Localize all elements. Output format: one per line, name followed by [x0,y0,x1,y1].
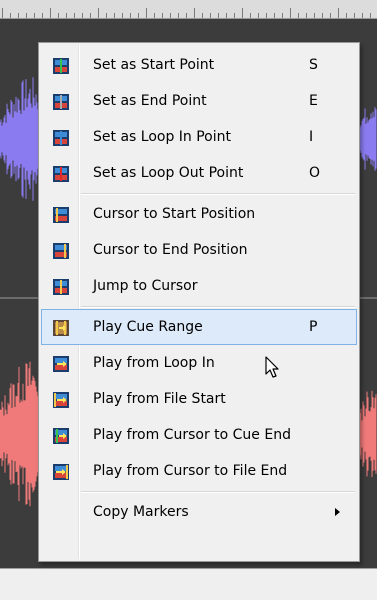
menu-item-play-cue-range[interactable]: Play Cue Range P [41,309,357,345]
ruler-tick [50,8,51,18]
ruler-tick [210,13,211,18]
ruler-tick [194,8,195,18]
menu-separator [81,193,355,195]
ruler-tick [322,13,323,18]
status-bar [0,568,377,600]
jump-to-cursor-icon [53,279,69,295]
menu-item-shortcut: O [309,165,321,181]
ruler-tick [298,13,299,18]
ruler-tick [242,8,243,18]
menu-item-shortcut: I [309,129,314,145]
ruler-tick [274,13,275,18]
ruler-tick [306,13,307,18]
menu-item-cursor-to-start[interactable]: Cursor to Start Position [41,196,357,232]
menu-item-label: Set as Loop In Point [93,129,231,145]
menu-item-label: Play Cue Range [93,319,203,335]
ruler-tick [58,13,59,18]
ruler-tick [234,13,235,18]
ruler-tick [114,13,115,18]
set-start-point-icon [53,58,69,74]
menu-item-label: Set as Loop Out Point [93,165,244,181]
timeline-ruler[interactable] [0,0,377,19]
menu-item-play-cursor-to-cue-end[interactable]: Play from Cursor to Cue End [41,417,357,453]
ruler-tick [354,13,355,18]
ruler-tick [10,13,11,18]
menu-item-shortcut: P [309,319,318,335]
menu-item-label: Set as Start Point [93,57,215,73]
ruler-tick [370,13,371,18]
ruler-tick [138,13,139,18]
play-from-loop-in-icon [53,356,69,372]
menu-item-label: Cursor to End Position [93,242,248,258]
menu-item-play-from-loop-in[interactable]: Play from Loop In [41,345,357,381]
cursor-to-start-icon [53,207,69,223]
ruler-tick [90,13,91,18]
ruler-tick [346,13,347,18]
ruler-tick [2,8,3,18]
ruler-tick [178,13,179,18]
ruler-tick [162,13,163,18]
ruler-tick [82,13,83,18]
set-loop-out-point-icon [53,166,69,182]
menu-item-set-start-point[interactable]: Set as Start Point S [41,47,357,83]
ruler-tick [362,13,363,18]
menu-item-set-end-point[interactable]: Set as End Point E [41,83,357,119]
menu-item-label: Play from Cursor to Cue End [93,427,291,443]
ruler-tick [74,13,75,18]
menu-item-shortcut: S [309,57,318,73]
menu-item-jump-to-cursor[interactable]: Jump to Cursor [41,268,357,304]
set-loop-in-point-icon [53,130,69,146]
menu-separator [81,491,355,493]
ruler-tick [282,13,283,18]
ruler-tick [154,13,155,18]
ruler-tick [146,8,147,18]
ruler-tick [186,13,187,18]
ruler-tick [130,13,131,18]
play-cursor-to-cue-end-icon [53,428,69,444]
play-cue-range-icon [53,320,69,336]
menu-item-label: Play from Cursor to File End [93,463,288,479]
menu-item-label: Cursor to Start Position [93,206,256,222]
ruler-tick [18,13,19,18]
ruler-tick [66,13,67,18]
menu-item-label: Set as End Point [93,93,207,109]
menu-item-set-loop-in-point[interactable]: Set as Loop In Point I [41,119,357,155]
menu-item-label: Copy Markers [93,504,189,520]
ruler-tick [34,13,35,18]
ruler-tick [42,13,43,18]
menu-item-shortcut: E [309,93,318,109]
menu-item-play-cursor-to-file-end[interactable]: Play from Cursor to File End [41,453,357,489]
ruler-tick [330,13,331,18]
ruler-tick [170,13,171,18]
ruler-tick [338,8,339,18]
ruler-tick [258,13,259,18]
ruler-tick [202,13,203,18]
ruler-tick [266,13,267,18]
play-from-file-start-icon [53,392,69,408]
ruler-tick [290,8,291,18]
ruler-tick [26,13,27,18]
ruler-tick [98,8,99,18]
ruler-tick [250,13,251,18]
menu-item-label: Play from File Start [93,391,226,407]
menu-item-label: Jump to Cursor [93,278,198,294]
menu-item-label: Play from Loop In [93,355,215,371]
ruler-tick [106,13,107,18]
menu-item-cursor-to-end[interactable]: Cursor to End Position [41,232,357,268]
ruler-tick [218,13,219,18]
submenu-arrow-icon [335,508,340,516]
menu-item-play-from-file-start[interactable]: Play from File Start [41,381,357,417]
play-cursor-to-file-end-icon [53,464,69,480]
ruler-tick [122,13,123,18]
menu-separator [81,306,355,308]
menu-item-copy-markers[interactable]: Copy Markers [41,494,357,530]
menu-item-set-loop-out-point[interactable]: Set as Loop Out Point O [41,155,357,191]
ruler-tick [314,13,315,18]
ruler-tick [226,13,227,18]
cursor-to-end-icon [53,243,69,259]
mouse-pointer-icon [265,356,279,378]
set-end-point-icon [53,94,69,110]
context-menu: Set as Start Point S Set as End Point E … [38,42,360,562]
